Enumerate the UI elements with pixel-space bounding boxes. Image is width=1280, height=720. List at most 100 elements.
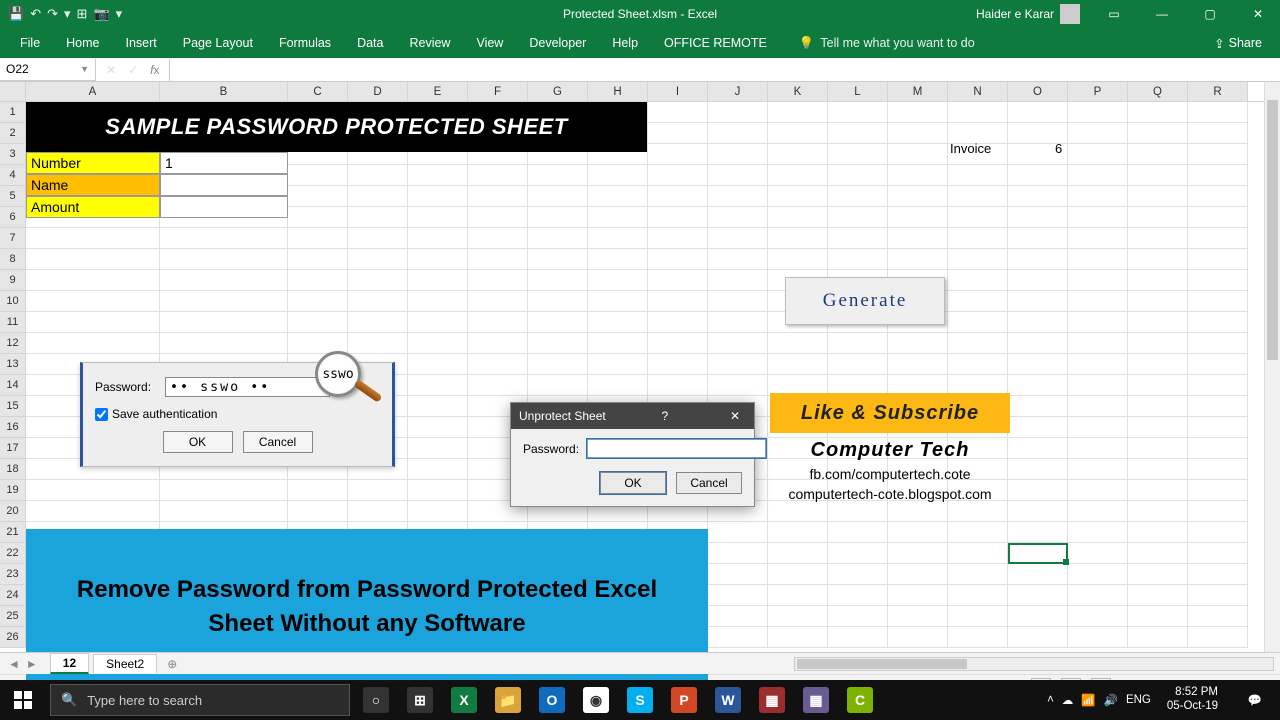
cell[interactable] bbox=[26, 291, 160, 312]
cell[interactable] bbox=[1188, 333, 1248, 354]
cell[interactable] bbox=[888, 102, 948, 123]
cell[interactable] bbox=[1068, 312, 1128, 333]
cell[interactable] bbox=[588, 165, 648, 186]
cell[interactable] bbox=[648, 123, 708, 144]
cell[interactable] bbox=[348, 207, 408, 228]
ribbon-tab-formulas[interactable]: Formulas bbox=[267, 30, 343, 56]
cell[interactable] bbox=[768, 627, 828, 648]
account-user[interactable]: Haider e Karar bbox=[968, 4, 1088, 24]
cell[interactable] bbox=[1188, 354, 1248, 375]
row-header[interactable]: 9 bbox=[0, 270, 26, 291]
column-header[interactable]: P bbox=[1068, 82, 1128, 101]
cell[interactable] bbox=[288, 270, 348, 291]
cell[interactable] bbox=[1188, 228, 1248, 249]
tray-volume-icon[interactable]: 🔊 bbox=[1104, 693, 1118, 707]
row-header[interactable]: 5 bbox=[0, 186, 26, 207]
cell[interactable] bbox=[1068, 375, 1128, 396]
cell[interactable] bbox=[408, 291, 468, 312]
cell[interactable] bbox=[708, 585, 768, 606]
cell[interactable] bbox=[588, 186, 648, 207]
cell[interactable] bbox=[1008, 333, 1068, 354]
cell[interactable] bbox=[708, 249, 768, 270]
select-all-corner[interactable] bbox=[0, 82, 26, 101]
cell[interactable] bbox=[1008, 417, 1068, 438]
cell[interactable] bbox=[408, 396, 468, 417]
cell[interactable] bbox=[828, 123, 888, 144]
cell[interactable] bbox=[708, 564, 768, 585]
cell[interactable] bbox=[648, 228, 708, 249]
cell[interactable] bbox=[408, 312, 468, 333]
cell[interactable] bbox=[1188, 501, 1248, 522]
cell[interactable] bbox=[1188, 396, 1248, 417]
column-header[interactable]: I bbox=[648, 82, 708, 101]
table-value[interactable] bbox=[160, 174, 288, 196]
cell[interactable] bbox=[468, 291, 528, 312]
cell[interactable] bbox=[348, 480, 408, 501]
column-header[interactable]: E bbox=[408, 82, 468, 101]
cell[interactable] bbox=[1008, 438, 1068, 459]
cell[interactable] bbox=[1008, 585, 1068, 606]
cell[interactable] bbox=[1188, 459, 1248, 480]
cell[interactable] bbox=[888, 123, 948, 144]
cell[interactable] bbox=[468, 249, 528, 270]
cell[interactable] bbox=[528, 207, 588, 228]
cell[interactable] bbox=[408, 333, 468, 354]
cell[interactable] bbox=[588, 312, 648, 333]
cell[interactable] bbox=[1068, 228, 1128, 249]
cell[interactable] bbox=[768, 186, 828, 207]
cell[interactable] bbox=[288, 249, 348, 270]
row-header[interactable]: 26 bbox=[0, 627, 26, 648]
start-button[interactable] bbox=[0, 680, 46, 720]
cell[interactable] bbox=[768, 144, 828, 165]
cell[interactable] bbox=[768, 102, 828, 123]
share-button[interactable]: ⇪ Share bbox=[1202, 36, 1274, 51]
cell[interactable] bbox=[1068, 438, 1128, 459]
cell[interactable] bbox=[528, 354, 588, 375]
cell[interactable] bbox=[1128, 459, 1188, 480]
spreadsheet-grid[interactable]: ABCDEFGHIJKLMNOPQR 123456789101112131415… bbox=[0, 82, 1280, 674]
row-header[interactable]: 25 bbox=[0, 606, 26, 627]
cell[interactable] bbox=[1128, 501, 1188, 522]
taskbar-app-powerpoint[interactable]: P bbox=[662, 680, 706, 720]
cell[interactable] bbox=[26, 501, 160, 522]
illustration-ok-button[interactable]: OK bbox=[163, 431, 233, 453]
cell[interactable] bbox=[528, 228, 588, 249]
cell[interactable] bbox=[1128, 396, 1188, 417]
column-header[interactable]: F bbox=[468, 82, 528, 101]
cell[interactable] bbox=[1068, 417, 1128, 438]
cell[interactable] bbox=[1188, 291, 1248, 312]
tray-lang[interactable]: ENG bbox=[1126, 694, 1151, 706]
cell[interactable] bbox=[888, 228, 948, 249]
column-header[interactable]: C bbox=[288, 82, 348, 101]
sheet-tab-active[interactable]: 12 bbox=[50, 653, 89, 674]
cell[interactable] bbox=[1128, 606, 1188, 627]
cell[interactable] bbox=[888, 585, 948, 606]
cell[interactable] bbox=[768, 606, 828, 627]
cell[interactable] bbox=[408, 207, 468, 228]
cell[interactable] bbox=[1188, 123, 1248, 144]
cell[interactable] bbox=[348, 291, 408, 312]
cell[interactable] bbox=[768, 501, 828, 522]
cell[interactable] bbox=[888, 354, 948, 375]
illustration-cancel-button[interactable]: Cancel bbox=[243, 431, 313, 453]
undo-icon[interactable]: ↶ bbox=[30, 6, 41, 22]
cell[interactable] bbox=[1008, 606, 1068, 627]
cell[interactable] bbox=[768, 207, 828, 228]
cell[interactable] bbox=[1188, 144, 1248, 165]
cell[interactable] bbox=[648, 333, 708, 354]
cell[interactable] bbox=[948, 291, 1008, 312]
cell[interactable] bbox=[468, 186, 528, 207]
cell[interactable] bbox=[160, 501, 288, 522]
cell[interactable] bbox=[1068, 480, 1128, 501]
cell[interactable] bbox=[1188, 102, 1248, 123]
cell[interactable] bbox=[828, 207, 888, 228]
cell[interactable] bbox=[1128, 207, 1188, 228]
cell[interactable] bbox=[408, 375, 468, 396]
cell[interactable] bbox=[1008, 459, 1068, 480]
cell[interactable] bbox=[468, 207, 528, 228]
cell[interactable] bbox=[160, 333, 288, 354]
cell[interactable] bbox=[1008, 207, 1068, 228]
name-box[interactable]: O22 ▼ bbox=[0, 59, 96, 81]
cell[interactable] bbox=[888, 627, 948, 648]
cell[interactable] bbox=[948, 564, 1008, 585]
